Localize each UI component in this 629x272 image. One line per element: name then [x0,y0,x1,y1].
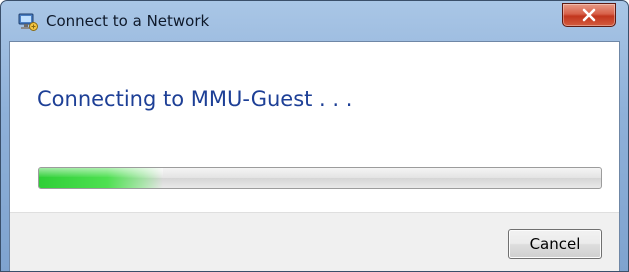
close-button[interactable] [562,3,616,27]
button-footer: Cancel [10,212,619,271]
dialog-window: Connect to a Network Connecting to MMU-G… [0,0,629,272]
connecting-heading: Connecting to MMU-Guest . . . [37,87,353,111]
progress-fill [39,168,163,188]
window-title: Connect to a Network [46,12,210,30]
title-bar[interactable]: Connect to a Network [1,1,628,41]
close-x-icon [581,8,597,22]
network-icon [18,12,38,32]
cancel-button[interactable]: Cancel [508,229,602,259]
dialog-content: Connecting to MMU-Guest . . . Cancel [9,41,620,271]
connection-progress-bar [38,167,602,189]
